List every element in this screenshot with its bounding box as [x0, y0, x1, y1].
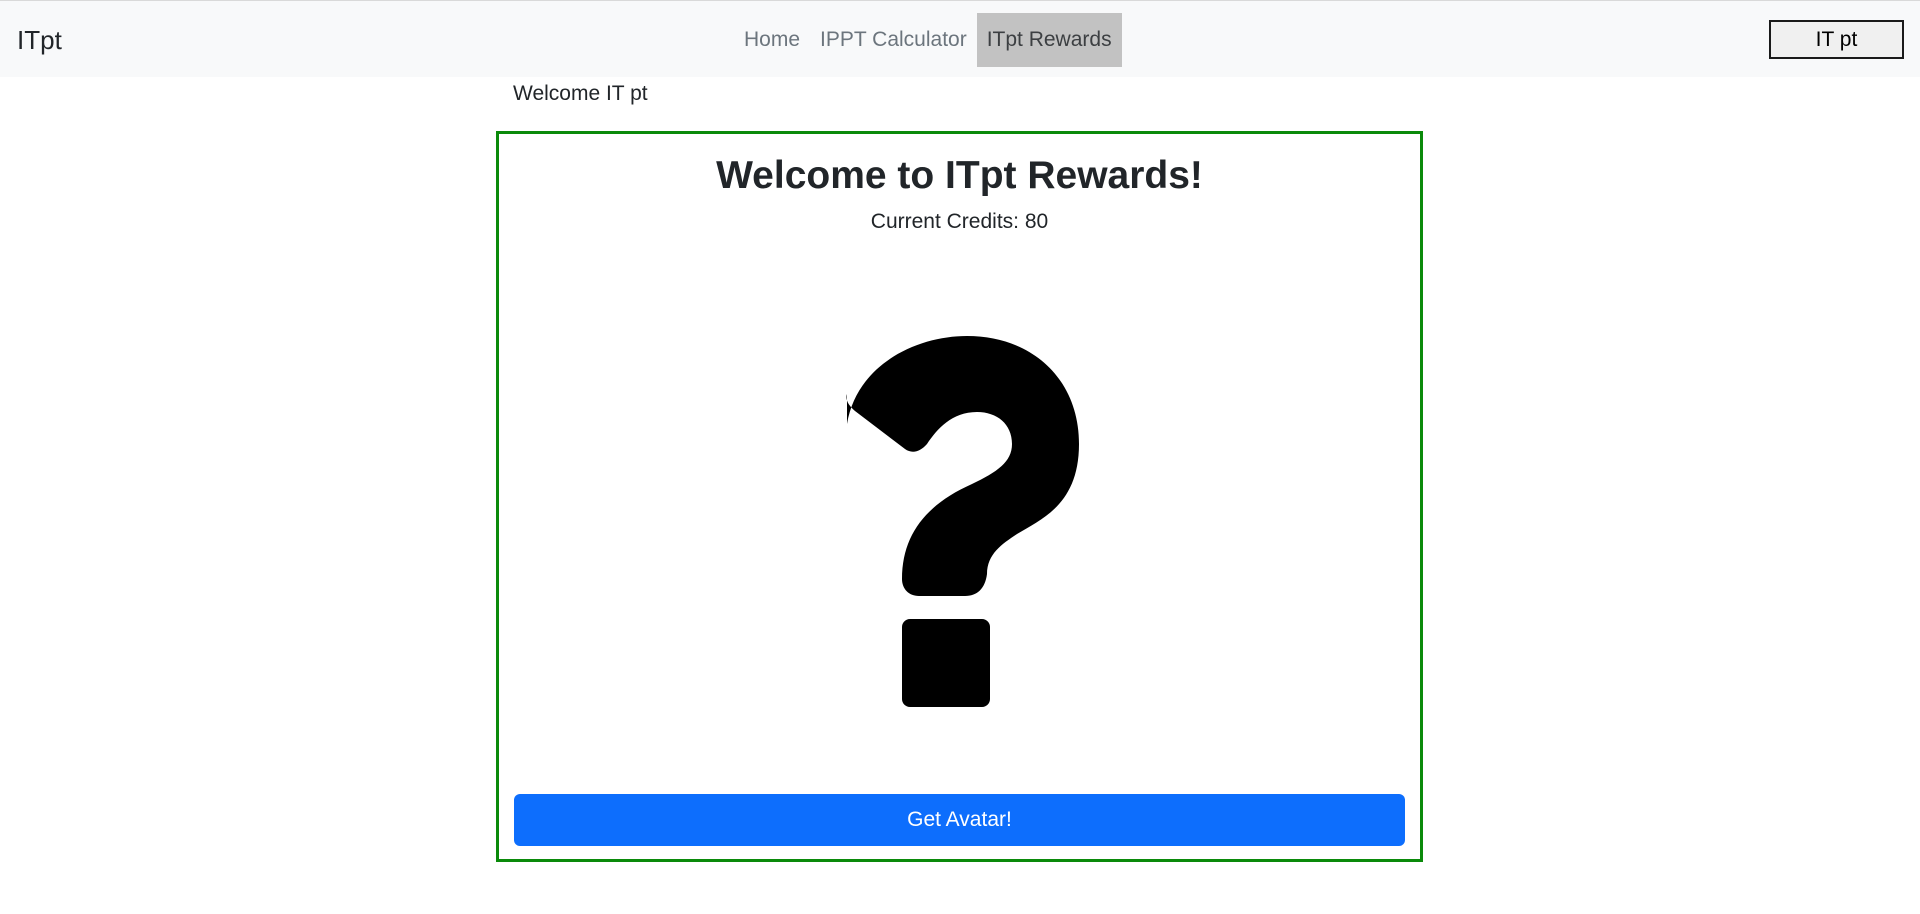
nav-link-itpt-rewards[interactable]: ITpt Rewards	[976, 13, 1122, 67]
current-credits: Current Credits: 80	[499, 208, 1420, 236]
welcome-user-text: Welcome IT pt	[513, 82, 648, 105]
top-navbar: ITpt Home IPPT Calculator ITpt Rewards I…	[0, 0, 1920, 77]
question-mark-icon	[846, 336, 1079, 707]
credits-label: Current Credits:	[870, 210, 1019, 233]
get-avatar-button[interactable]: Get Avatar!	[514, 794, 1405, 846]
brand-link[interactable]: ITpt	[17, 25, 62, 55]
credits-value: 80	[1024, 210, 1049, 233]
user-account-button[interactable]: IT pt	[1769, 20, 1904, 59]
nav-link-ippt-calculator[interactable]: IPPT Calculator	[810, 13, 977, 67]
nav-links: Home IPPT Calculator ITpt Rewards	[734, 13, 1122, 67]
rewards-card: Welcome to ITpt Rewards! Current Credits…	[496, 131, 1423, 862]
nav-link-home[interactable]: Home	[734, 13, 810, 67]
avatar-placeholder	[817, 334, 1097, 734]
rewards-title: Welcome to ITpt Rewards!	[716, 154, 1203, 197]
